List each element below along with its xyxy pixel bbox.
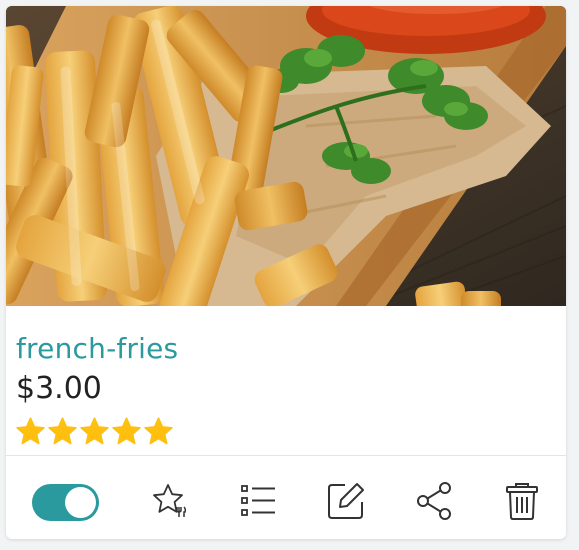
edit-button[interactable] [326,481,366,521]
star-icon[interactable] [15,416,46,447]
rate-button[interactable] [150,481,190,521]
list-button[interactable] [238,481,278,521]
trash-icon [506,483,538,520]
star-icon[interactable] [111,416,142,447]
edit-icon [328,483,364,519]
star-icon[interactable] [79,416,110,447]
share-icon [417,482,451,520]
product-info: french-fries $3.00 [6,306,566,456]
action-bar [6,456,566,539]
list-icon [241,485,275,516]
availability-toggle[interactable] [32,484,99,521]
product-photo [6,6,566,306]
delete-button[interactable] [502,481,542,521]
share-button[interactable] [414,481,454,521]
product-name[interactable]: french-fries [16,332,178,365]
product-price: $3.00 [16,371,102,406]
star-dining-icon [153,484,187,517]
product-card: french-fries $3.00 [6,6,566,539]
star-icon[interactable] [47,416,78,447]
toggle-knob[interactable] [65,487,96,518]
rating-stars [15,416,174,447]
star-icon[interactable] [143,416,174,447]
